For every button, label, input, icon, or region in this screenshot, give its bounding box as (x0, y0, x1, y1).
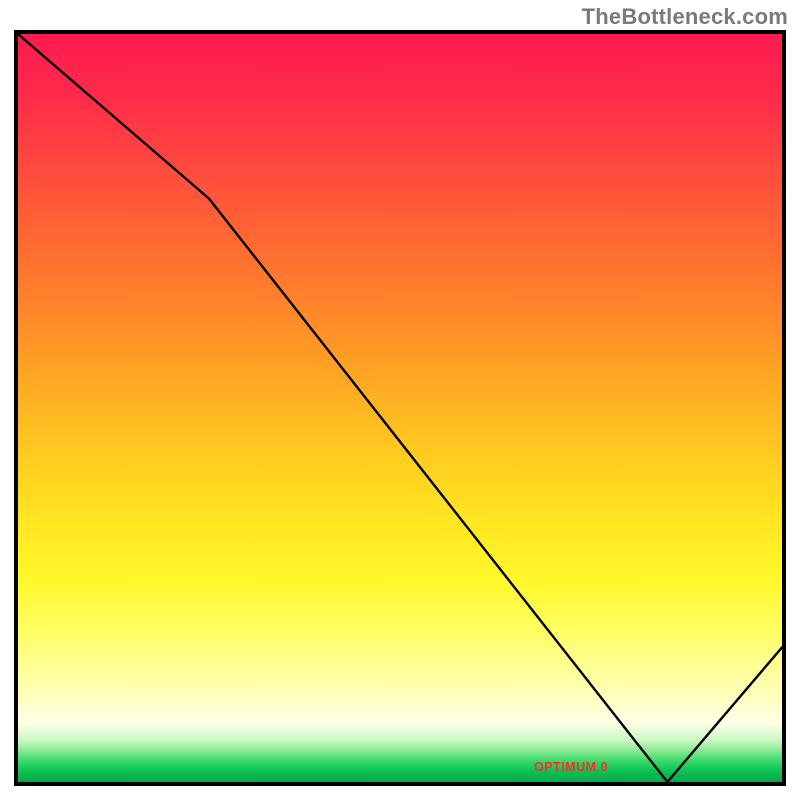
chart-container: TheBottleneck.com OPTIMUM 0 (0, 0, 800, 800)
curve-svg (18, 34, 782, 782)
watermark-text: TheBottleneck.com (582, 4, 788, 30)
plot-frame: OPTIMUM 0 (14, 30, 786, 786)
bottleneck-curve (18, 34, 782, 782)
optimum-label: OPTIMUM 0 (534, 760, 608, 774)
